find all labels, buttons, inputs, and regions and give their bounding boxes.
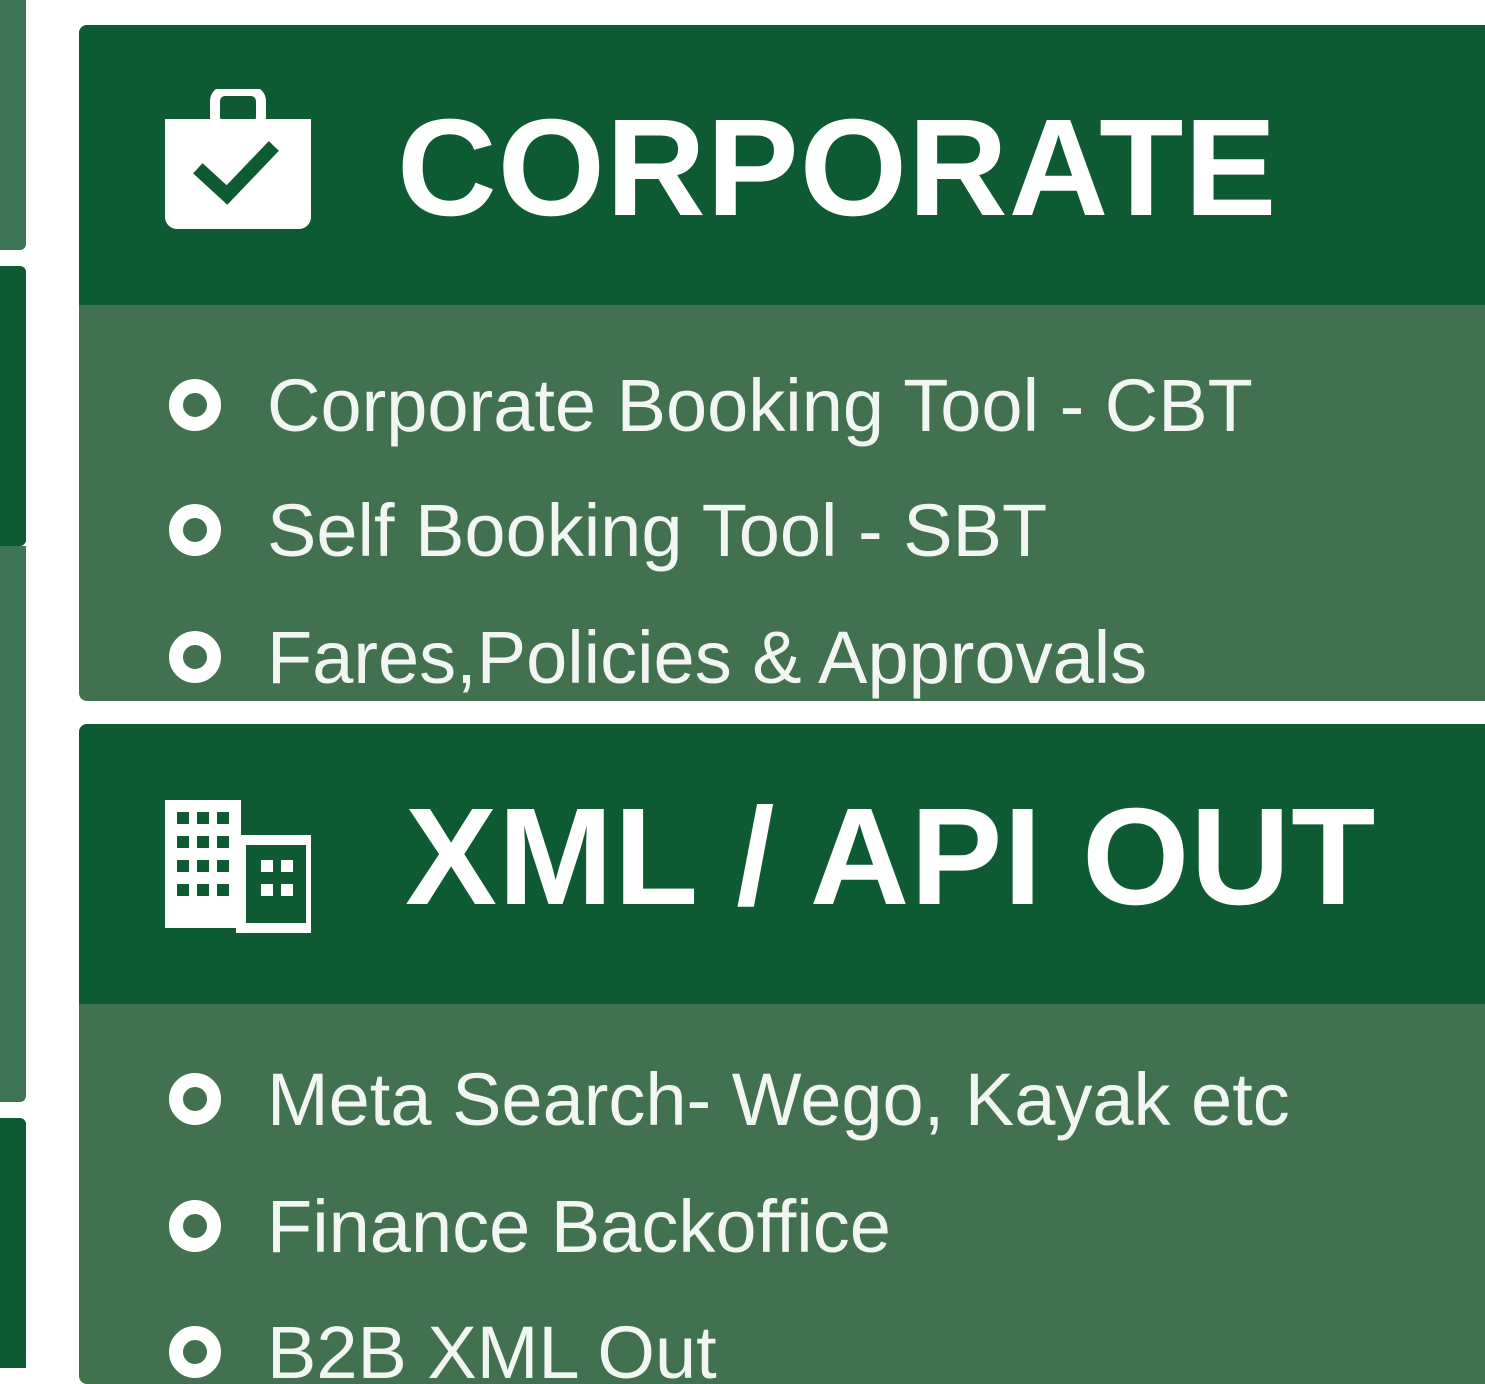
xml-api-card-title: XML / API OUT xyxy=(405,782,1376,932)
list-item-label: Corporate Booking Tool - CBT xyxy=(267,363,1253,448)
list-item-label: Fares,Policies & Approvals xyxy=(267,615,1147,700)
left-card-edge xyxy=(0,0,26,250)
circle-bullet-icon xyxy=(167,1198,223,1254)
circle-bullet-icon xyxy=(167,629,223,685)
corporate-card-header: CORPORATE xyxy=(79,25,1485,305)
xml-api-card: XML / API OUT Meta Search- Wego, Kayak e… xyxy=(79,724,1485,1384)
circle-bullet-icon xyxy=(167,1324,223,1380)
list-item: Meta Search- Wego, Kayak etc xyxy=(167,1049,1290,1149)
list-item-label: Finance Backoffice xyxy=(267,1184,891,1269)
list-item: Corporate Booking Tool - CBT xyxy=(167,355,1253,455)
list-item: B2B XML Out xyxy=(167,1302,717,1384)
list-item-label: Self Booking Tool - SBT xyxy=(267,488,1047,573)
corporate-card-title: CORPORATE xyxy=(397,93,1277,243)
corporate-card: CORPORATE Corporate Booking Tool - CBT S… xyxy=(79,25,1485,701)
circle-bullet-icon xyxy=(167,502,223,558)
list-item-label: B2B XML Out xyxy=(267,1310,717,1384)
list-item: Finance Backoffice xyxy=(167,1176,891,1276)
list-item-label: Meta Search- Wego, Kayak etc xyxy=(267,1057,1290,1142)
circle-bullet-icon xyxy=(167,377,223,433)
circle-bullet-icon xyxy=(167,1071,223,1127)
list-item: Fares,Policies & Approvals xyxy=(167,607,1147,701)
left-card-edge xyxy=(0,266,26,546)
briefcase-check-icon xyxy=(165,89,311,235)
xml-api-card-header: XML / API OUT xyxy=(79,724,1485,1004)
list-item: Self Booking Tool - SBT xyxy=(167,480,1047,580)
left-card-edge xyxy=(0,546,26,1102)
left-card-edge xyxy=(0,1118,26,1368)
building-icon xyxy=(165,788,311,934)
